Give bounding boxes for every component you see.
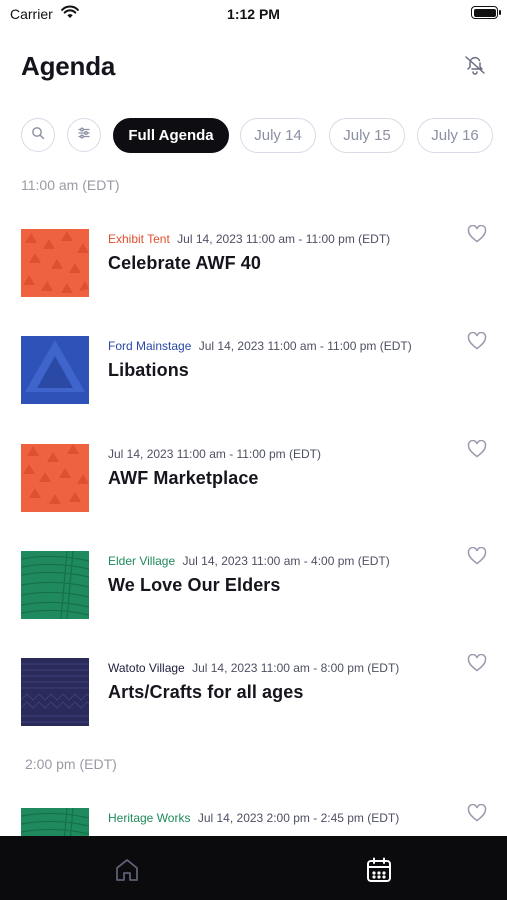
event-meta: Heritage Works Jul 14, 2023 2:00 pm - 2:… [108,811,399,825]
event-meta: Elder Village Jul 14, 2023 11:00 am - 4:… [108,554,390,568]
event-datetime: Jul 14, 2023 11:00 am - 8:00 pm (EDT) [192,661,400,675]
event-title: Celebrate AWF 40 [108,253,261,273]
event-venue: Heritage Works [108,811,191,825]
event-row[interactable]: Ford Mainstage Jul 14, 2023 11:00 am - 1… [0,331,507,416]
event-thumbnail [21,551,89,619]
event-datetime: Jul 14, 2023 11:00 am - 4:00 pm (EDT) [182,554,390,568]
chip-july-14[interactable]: July 14 [240,118,316,153]
time-section-header: 2:00 pm (EDT) [25,756,117,772]
event-meta: Watoto Village Jul 14, 2023 11:00 am - 8… [108,661,399,675]
event-meta: Ford Mainstage Jul 14, 2023 11:00 am - 1… [108,339,412,353]
event-thumbnail [21,229,89,297]
event-title: Arts/Crafts for all ages [108,682,304,702]
heart-icon[interactable] [467,224,487,243]
heart-icon[interactable] [467,331,487,350]
filter-button[interactable] [67,118,101,152]
event-row[interactable]: Watoto Village Jul 14, 2023 11:00 am - 8… [0,653,507,738]
calendar-icon[interactable] [365,856,393,884]
event-title: AWF Marketplace [108,468,259,488]
event-title: Libations [108,360,189,380]
search-icon [31,126,45,145]
event-thumbnail [21,336,89,404]
heart-icon[interactable] [467,546,487,565]
agenda-screen: Carrier 1:12 PM Agenda Full Agenda July … [0,0,507,900]
event-row[interactable]: Exhibit Tent Jul 14, 2023 11:00 am - 11:… [0,224,507,309]
event-meta: Exhibit Tent Jul 14, 2023 11:00 am - 11:… [108,232,390,246]
event-venue: Ford Mainstage [108,339,192,353]
page-title: Agenda [21,51,116,81]
status-bar: Carrier 1:12 PM [0,0,507,30]
bell-slash-icon[interactable] [462,52,488,78]
chip-july-16[interactable]: July 16 [417,118,493,153]
chip-full-agenda[interactable]: Full Agenda [113,118,229,153]
search-button[interactable] [21,118,55,152]
time-section-header: 11:00 am (EDT) [21,177,120,193]
heart-icon[interactable] [467,653,487,672]
event-thumbnail [21,444,89,512]
chip-july-15[interactable]: July 15 [329,118,405,153]
heart-icon[interactable] [467,803,487,822]
event-thumbnail [21,658,89,726]
home-icon[interactable] [113,856,141,884]
event-datetime: Jul 14, 2023 2:00 pm - 2:45 pm (EDT) [197,811,400,825]
battery-icon [471,6,501,19]
heart-icon[interactable] [467,439,487,458]
event-row[interactable]: Elder Village Jul 14, 2023 11:00 am - 4:… [0,546,507,631]
event-row[interactable]: Jul 14, 2023 11:00 am - 11:00 pm (EDT) A… [0,439,507,524]
event-datetime: Jul 14, 2023 11:00 am - 11:00 pm (EDT) [108,447,321,461]
clock-time: 1:12 PM [227,6,280,22]
event-title: We Love Our Elders [108,575,281,595]
sliders-icon [77,126,91,145]
event-venue: Exhibit Tent [108,232,170,246]
event-venue: Watoto Village [108,661,185,675]
filter-bar: Full Agenda July 14 July 15 July 16 [21,118,507,154]
event-meta: Jul 14, 2023 11:00 am - 11:00 pm (EDT) [108,447,321,461]
event-venue: Elder Village [108,554,176,568]
tab-bar [0,836,507,900]
event-datetime: Jul 14, 2023 11:00 am - 11:00 pm (EDT) [198,339,412,353]
event-datetime: Jul 14, 2023 11:00 am - 11:00 pm (EDT) [177,232,391,246]
